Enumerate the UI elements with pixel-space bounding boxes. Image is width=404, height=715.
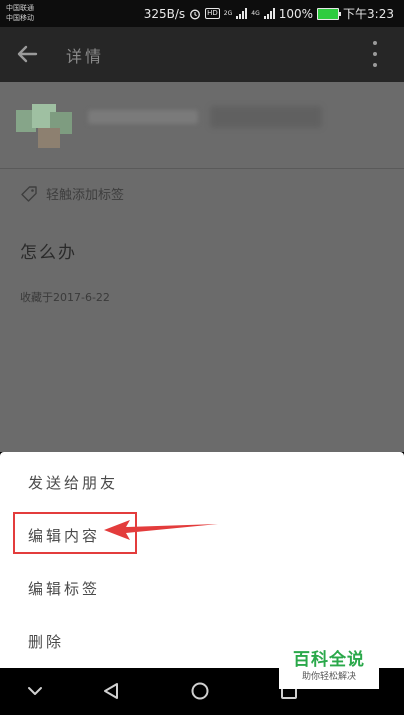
date-blurred: [210, 106, 322, 128]
menu-item-label: 编辑标签: [28, 579, 101, 598]
clock: 下午3:23: [343, 7, 394, 21]
chevron-down-icon[interactable]: [24, 680, 46, 702]
watermark-subtitle: 助你轻松解决: [301, 672, 356, 682]
action-sheet: 发送给朋友 编辑内容 编辑标签 删除: [0, 452, 404, 668]
net-type-1: 2G: [223, 10, 233, 17]
divider: [0, 168, 404, 169]
circle-home-icon[interactable]: [189, 680, 211, 702]
menu-item-edit-tags[interactable]: 编辑标签: [0, 564, 404, 612]
alarm-icon: [190, 9, 201, 19]
hd-badge: HD: [205, 8, 220, 19]
page-title: 详情: [66, 47, 105, 66]
triangle-back-icon[interactable]: [100, 680, 122, 702]
saved-date: 收藏于2017-6-22: [20, 291, 110, 304]
menu-item-send-to-friend[interactable]: 发送给朋友: [0, 458, 404, 506]
arrow-left-icon[interactable]: [12, 39, 42, 69]
watermark-logo: 百科全说 助你轻松解决: [279, 647, 379, 689]
add-tag-row[interactable]: 轻触添加标签: [20, 184, 124, 203]
menu-item-label: 发送给朋友: [28, 473, 119, 492]
more-vertical-icon[interactable]: [372, 41, 378, 67]
status-bar: 中国联通 中国移动 325B/s HD 2G 4G 100% 下午3:23: [0, 0, 404, 27]
tag-icon: [21, 185, 37, 202]
carrier-1: 中国联通: [6, 4, 34, 12]
status-indicators: 325B/s HD 2G 4G 100% 下午3:23: [144, 5, 394, 22]
carrier-2: 中国移动: [6, 14, 34, 22]
menu-item-label: 删除: [28, 632, 65, 651]
annotation-arrow-icon: [104, 520, 218, 540]
detail-content: 轻触添加标签 怎么办 收藏于2017-6-22: [0, 82, 404, 452]
carrier-info: 中国联通 中国移动: [6, 3, 34, 23]
battery-icon: [317, 7, 342, 20]
avatar: [16, 102, 76, 152]
sender-name-blurred: [88, 110, 198, 124]
note-text: 怎么办: [20, 243, 77, 263]
net-type-2: 4G: [251, 10, 260, 17]
signal-icon-2: [263, 8, 275, 19]
net-speed: 325B/s: [143, 6, 186, 21]
signal-icon-1: [236, 8, 248, 19]
add-tag-label: 轻触添加标签: [46, 188, 125, 203]
battery-percent: 100%: [278, 6, 314, 21]
app-bar: 详情: [0, 27, 404, 82]
watermark-title: 百科全说: [293, 650, 365, 670]
